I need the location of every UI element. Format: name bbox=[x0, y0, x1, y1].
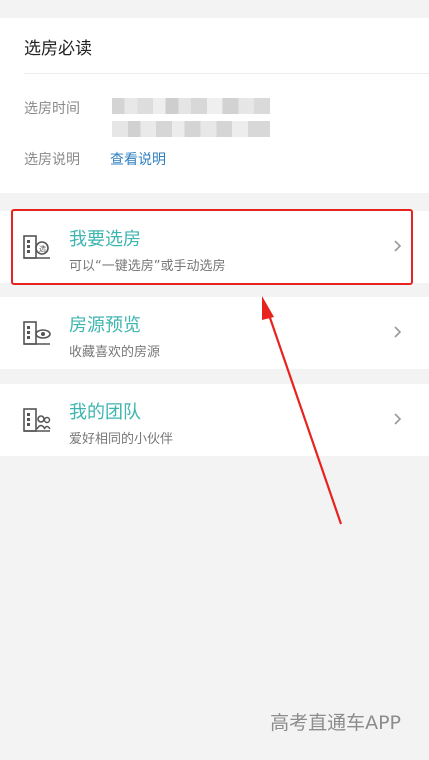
highlight-box bbox=[11, 209, 413, 285]
menu-subtitle: 收藏喜欢的房源 bbox=[69, 345, 161, 360]
house-team-icon bbox=[23, 408, 51, 432]
chevron-right-icon bbox=[394, 413, 402, 425]
notice-title: 选房必读 bbox=[24, 39, 92, 59]
selection-time-label: 选房时间 bbox=[24, 101, 80, 117]
blurred-time-value-2 bbox=[112, 121, 270, 137]
menu-subtitle: 爱好相同的小伙伴 bbox=[69, 432, 174, 447]
menu-item-my-team[interactable]: 我的团队 爱好相同的小伙伴 bbox=[0, 384, 429, 456]
menu-title: 我的团队 bbox=[69, 402, 141, 423]
selection-notice-card: 选房必读 选房时间 选房说明 查看说明 bbox=[0, 18, 429, 193]
house-preview-icon bbox=[23, 321, 51, 345]
watermark: 高考直通车APP bbox=[270, 712, 401, 734]
chevron-right-icon bbox=[394, 326, 402, 338]
view-description-link[interactable]: 查看说明 bbox=[110, 149, 166, 169]
selection-description-label: 选房说明 bbox=[24, 152, 80, 168]
blurred-time-value bbox=[112, 98, 270, 114]
menu-item-house-preview[interactable]: 房源预览 收藏喜欢的房源 bbox=[0, 297, 429, 369]
divider bbox=[24, 73, 429, 74]
menu-title: 房源预览 bbox=[69, 315, 141, 336]
